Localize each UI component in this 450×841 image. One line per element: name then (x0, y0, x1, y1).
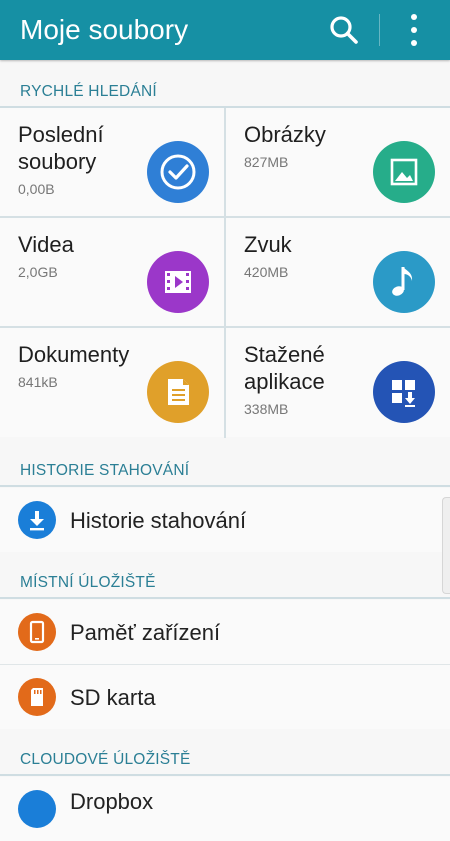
section-header-download-history: HISTORIE STAHOVÁNÍ (20, 462, 190, 479)
apps-download-icon (373, 361, 435, 423)
music-note-icon (373, 251, 435, 313)
section-divider (0, 774, 450, 776)
section-header-local-storage: MÍSTNÍ ÚLOŽIŠTĚ (20, 574, 156, 591)
list-item-download-history[interactable]: Historie stahování (0, 488, 450, 552)
list-item-label: Paměť zařízení (70, 620, 221, 645)
list-item-label: Dropbox (70, 789, 154, 814)
more-vert-icon[interactable] (403, 10, 425, 50)
list-item-sd-card[interactable]: SD karta (0, 665, 450, 729)
app-bar: Moje soubory (0, 0, 450, 60)
tile-size: 841kB (18, 374, 58, 390)
side-drawer-handle[interactable] (442, 497, 450, 594)
list-item-label: Historie stahování (70, 508, 247, 533)
tile-label: Obrázky (244, 122, 326, 147)
document-icon (147, 361, 209, 423)
tile-downloaded-apps[interactable]: Stažené aplikace 338MB (226, 328, 450, 437)
tile-recent-files[interactable]: Poslední soubory 0,00B (0, 108, 224, 217)
tile-size: 420MB (244, 264, 289, 280)
tile-label: Dokumenty (18, 342, 130, 367)
tile-label: Stažené aplikace (244, 342, 325, 394)
tile-videos[interactable]: Videa 2,0GB (0, 218, 224, 327)
image-icon (373, 141, 435, 203)
clock-check-icon (147, 141, 209, 203)
phone-icon (18, 613, 56, 651)
tile-size: 827MB (244, 154, 289, 170)
download-icon (18, 501, 56, 539)
app-title: Moje soubory (20, 14, 189, 45)
search-icon[interactable] (327, 13, 361, 47)
tile-images[interactable]: Obrázky 827MB (226, 108, 450, 217)
list-item-dropbox[interactable]: Dropbox (0, 777, 450, 841)
appbar-divider (379, 14, 380, 46)
sd-card-icon (18, 678, 56, 716)
tile-size: 338MB (244, 401, 289, 417)
tile-label: Zvuk (244, 232, 292, 257)
tile-size: 2,0GB (18, 264, 58, 280)
tile-size: 0,00B (18, 181, 55, 197)
tile-documents[interactable]: Dokumenty 841kB (0, 328, 224, 437)
section-divider (0, 485, 450, 487)
tile-label: Poslední soubory (18, 122, 104, 174)
section-header-cloud-storage: CLOUDOVÉ ÚLOŽIŠTĚ (20, 751, 191, 768)
video-icon (147, 251, 209, 313)
list-item-device-storage[interactable]: Paměť zařízení (0, 600, 450, 664)
grid-divider (224, 108, 226, 438)
tile-audio[interactable]: Zvuk 420MB (226, 218, 450, 327)
tile-label: Videa (18, 232, 74, 257)
list-item-label: SD karta (70, 685, 156, 710)
section-header-quick-search: RYCHLÉ HLEDÁNÍ (20, 83, 157, 100)
section-divider (0, 597, 450, 599)
dropbox-icon (18, 790, 56, 828)
